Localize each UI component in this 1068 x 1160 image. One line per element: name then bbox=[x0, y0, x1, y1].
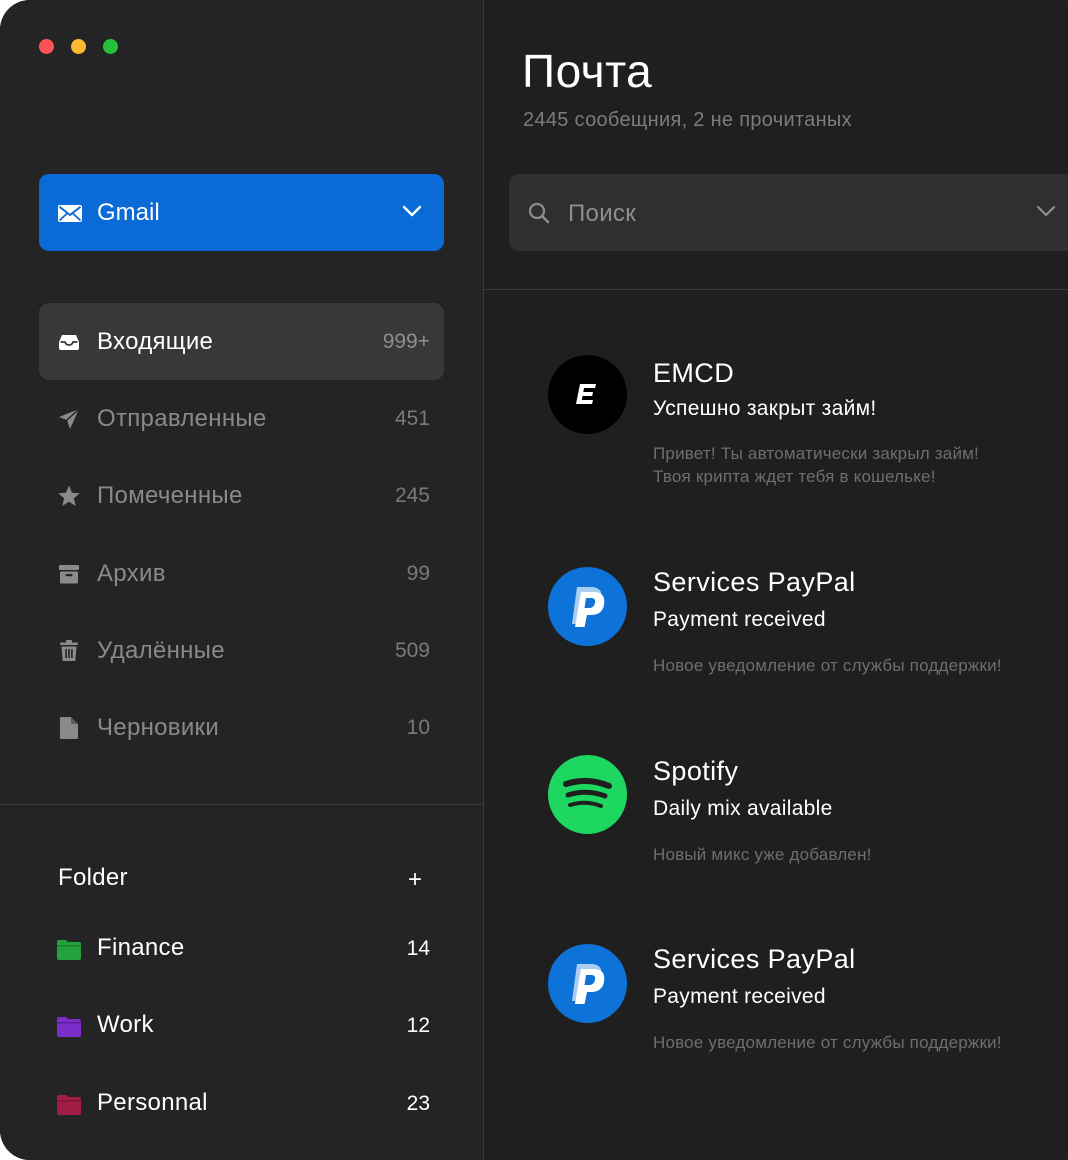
sidebar-item-count: 245 bbox=[394, 484, 430, 507]
sidebar-item-label: Черновики bbox=[97, 714, 220, 741]
trash-icon bbox=[60, 640, 78, 661]
message-sender: Services PayPal bbox=[653, 567, 856, 597]
sidebar-item-label: Архив bbox=[97, 560, 166, 587]
sidebar-item-label: Удалённые bbox=[97, 637, 225, 664]
message-subject: Payment received bbox=[653, 608, 826, 631]
message-sender: Spotify bbox=[653, 756, 739, 786]
emcd-logo bbox=[548, 355, 627, 434]
message-sender: Services PayPal bbox=[653, 944, 856, 974]
zoom-window-button[interactable] bbox=[103, 39, 118, 54]
mail-window: Gmail Входящие 999+ Отправленные 451 Пом… bbox=[0, 0, 1068, 1160]
mail-icon bbox=[58, 205, 82, 222]
message-preview: Новое уведомление от службы поддержки! bbox=[653, 1033, 1002, 1052]
folder-item-personnal[interactable]: Personnal 23 bbox=[39, 1087, 444, 1127]
sidebar-item-label: Помеченные bbox=[97, 482, 243, 509]
list-divider bbox=[484, 289, 1068, 290]
archive-icon bbox=[59, 565, 79, 584]
message-list-pane: Почта 2445 сообещния, 2 не прочитаных По… bbox=[484, 0, 1068, 1160]
page-title: Почта bbox=[522, 45, 653, 97]
add-folder-button[interactable]: + bbox=[408, 866, 422, 894]
message-preview: Новое уведомление от службы поддержки! bbox=[653, 656, 1002, 675]
sidebar-divider bbox=[0, 804, 483, 805]
message-list-item[interactable]: EMCD Успешно закрыт займ! Привет! Ты авт… bbox=[484, 340, 1068, 500]
folder-count: 23 bbox=[406, 1092, 430, 1115]
sidebar-item-count: 999+ bbox=[382, 330, 430, 353]
inbox-icon bbox=[59, 335, 79, 350]
account-label: Gmail bbox=[97, 198, 160, 226]
sidebar-item-count: 99 bbox=[406, 562, 430, 585]
message-preview: Твоя крипта ждет тебя в кошельке! bbox=[653, 467, 936, 486]
sidebar-item-count: 10 bbox=[406, 716, 430, 739]
folder-label: Finance bbox=[97, 934, 185, 961]
window-controls bbox=[39, 39, 118, 54]
emcd-icon bbox=[576, 384, 596, 404]
sidebar-item-drafts[interactable]: Черновики 10 bbox=[39, 689, 444, 766]
folder-count: 14 bbox=[406, 937, 430, 960]
sidebar-item-inbox[interactable]: Входящие 999+ bbox=[39, 303, 444, 380]
folder-icon bbox=[57, 940, 81, 960]
paypal-logo bbox=[548, 567, 627, 646]
sidebar: Gmail Входящие 999+ Отправленные 451 Пом… bbox=[0, 0, 484, 1160]
sidebar-item-count: 451 bbox=[394, 407, 430, 430]
message-list-item[interactable]: Services PayPal Payment received Новое у… bbox=[484, 550, 1068, 710]
folder-icon bbox=[57, 1017, 81, 1037]
search-placeholder: Поиск bbox=[568, 200, 637, 227]
minimize-window-button[interactable] bbox=[71, 39, 86, 54]
account-selector[interactable]: Gmail bbox=[39, 174, 444, 251]
sidebar-item-label: Входящие bbox=[97, 328, 214, 355]
folder-label: Personnal bbox=[97, 1089, 208, 1116]
star-icon bbox=[58, 485, 80, 506]
send-icon bbox=[59, 408, 80, 429]
message-subject: Daily mix available bbox=[653, 797, 833, 820]
search-input[interactable]: Поиск bbox=[509, 174, 1068, 251]
spotify-logo bbox=[548, 755, 627, 834]
paypal-icon bbox=[572, 964, 605, 1004]
folder-item-finance[interactable]: Finance 14 bbox=[39, 932, 444, 972]
spotify-icon bbox=[563, 778, 612, 808]
search-icon bbox=[528, 202, 550, 224]
folder-icon bbox=[57, 1095, 81, 1115]
message-list-item[interactable]: Spotify Daily mix available Новый микс у… bbox=[484, 740, 1068, 900]
close-window-button[interactable] bbox=[39, 39, 54, 54]
sidebar-item-trash[interactable]: Удалённые 509 bbox=[39, 612, 444, 689]
draft-icon bbox=[60, 717, 78, 739]
page-subtitle: 2445 сообещния, 2 не прочитаных bbox=[523, 109, 852, 131]
folders-title: Folder bbox=[58, 864, 128, 891]
folder-label: Work bbox=[97, 1011, 154, 1038]
message-preview: Новый микс уже добавлен! bbox=[653, 845, 872, 864]
sidebar-item-label: Отправленные bbox=[97, 405, 267, 432]
folder-item-work[interactable]: Work 12 bbox=[39, 1009, 444, 1049]
chevron-down-icon bbox=[402, 205, 422, 217]
sidebar-item-archive[interactable]: Архив 99 bbox=[39, 535, 444, 612]
message-preview: Привет! Ты автоматически закрыл займ! bbox=[653, 444, 979, 463]
message-subject: Payment received bbox=[653, 985, 826, 1008]
chevron-down-icon[interactable] bbox=[1036, 204, 1056, 218]
folder-count: 12 bbox=[406, 1014, 430, 1037]
sidebar-item-sent[interactable]: Отправленные 451 bbox=[39, 380, 444, 457]
paypal-logo bbox=[548, 944, 627, 1023]
paypal-icon bbox=[572, 587, 605, 627]
message-sender: EMCD bbox=[653, 358, 735, 388]
sidebar-item-starred[interactable]: Помеченные 245 bbox=[39, 457, 444, 534]
message-list-item[interactable]: Services PayPal Payment received Новое у… bbox=[484, 927, 1068, 1087]
sidebar-item-count: 509 bbox=[394, 639, 430, 662]
message-subject: Успешно закрыт займ! bbox=[653, 397, 877, 420]
